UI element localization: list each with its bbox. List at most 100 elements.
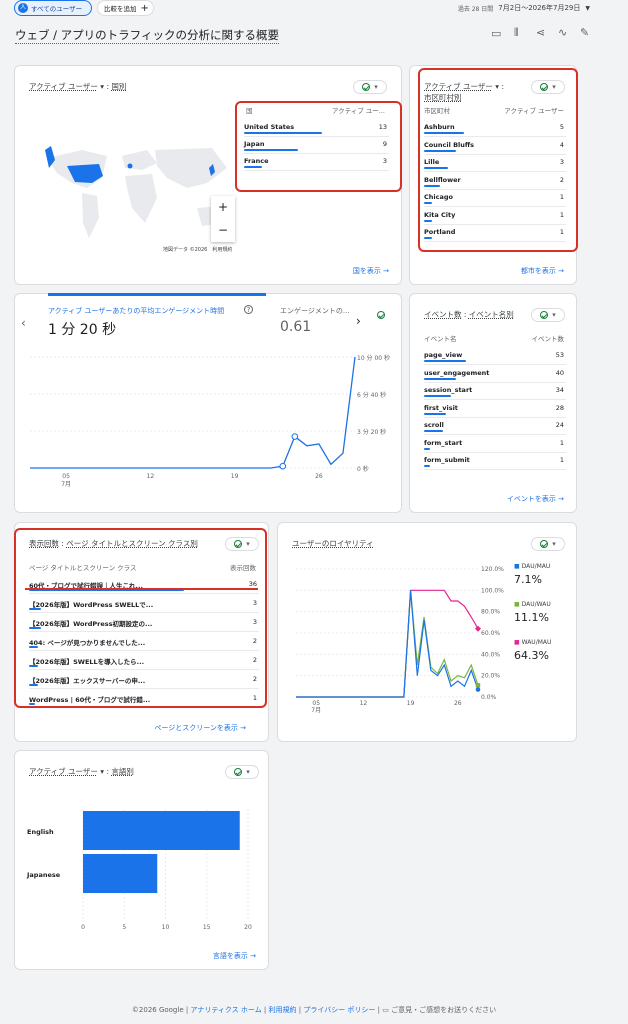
view-pages-link[interactable]: ページとスクリーンを表示 → [154, 723, 246, 733]
x-tick-label: 5 [122, 924, 126, 931]
x-tick-label: 20 [244, 924, 252, 931]
segment-chip[interactable]: 人 すべてのユーザー [14, 0, 92, 16]
chevron-down-icon: ▼ [585, 4, 590, 12]
card-title: ユーザーのロイヤリティ [292, 539, 374, 548]
x-tick-label: 0 [81, 924, 85, 931]
language-bar-chart: 0 5 10 15 20 English Japanese [26, 809, 252, 931]
loyalty-chart: 0.0% 20.0% 40.0% 60.0% 80.0% 100.0% 120.0% 057月… [296, 566, 504, 714]
y-tick-label: 3 分 20 秒 [357, 428, 386, 436]
table-row[interactable]: form_submit 1 [424, 453, 566, 470]
row-bar [424, 395, 451, 397]
x-tick-label: 19 [407, 700, 415, 707]
zoom-out-button[interactable]: − [211, 219, 235, 242]
row-label: scroll [424, 421, 444, 429]
x-tick-label: 05 [62, 473, 70, 480]
table-row[interactable]: form_start 1 [424, 436, 566, 453]
table-row[interactable]: session_start 34 [424, 383, 566, 400]
row-value: 53 [555, 351, 564, 359]
view-events-link[interactable]: イベントを表示 → [507, 494, 564, 504]
card-title: アクティブ ユーザー ▾ : 言語別 [29, 767, 134, 776]
footer-link-home[interactable]: アナリティクス ホーム [190, 1006, 261, 1014]
view-countries-link[interactable]: 国を表示 → [353, 266, 389, 276]
check-circle-icon [362, 83, 371, 91]
table-row[interactable]: scroll 24 [424, 418, 566, 435]
compare-icon[interactable]: ⫴ [514, 26, 519, 40]
row-value: 1 [559, 438, 564, 447]
x-tick-label: 12 [147, 473, 155, 480]
legend-label: ■ DAU/WAU [514, 601, 551, 608]
date-range-picker[interactable]: 過去 28 日間 7月2日～2026年7月29日 ▼ [458, 3, 590, 13]
card-title: イベント数 : イベント名別 [424, 310, 514, 319]
compare-chip[interactable]: ▾ [353, 80, 387, 94]
edit-icon[interactable]: ✎ [580, 26, 589, 39]
user-loyalty-card: ユーザーのロイヤリティ ▾ 0.0% 20.0% 40.0% 60.0% 80.0% 10… [277, 522, 577, 742]
map-attribution: 地図データ ©2026 利用規約 [163, 247, 233, 253]
legend-item[interactable]: ■ DAU/MAU 7.1% [514, 563, 550, 586]
card-title: アクティブ ユーザー ▾ : 国別 [29, 82, 127, 91]
x-tick-month: 7月 [311, 707, 321, 714]
compare-chip[interactable] [373, 308, 389, 322]
legend-value: 11.1% [514, 611, 549, 624]
date-prefix: 過去 28 日間 [457, 5, 494, 13]
highlight-box [14, 528, 267, 708]
y-tick-label: 80.0% [481, 609, 500, 616]
prev-metric-button[interactable]: ‹ [21, 316, 26, 330]
zoom-in-button[interactable]: + [211, 196, 235, 219]
row-bar [424, 430, 443, 432]
share-icon[interactable]: ⋖ [536, 26, 545, 39]
x-tick-label: 12 [360, 700, 368, 707]
x-tick-label: 15 [203, 924, 211, 931]
bar-japanese [83, 854, 158, 893]
y-tick-label: 0 秒 [357, 465, 369, 473]
legend-item[interactable]: ■ DAU/WAU 11.1% [514, 601, 551, 624]
highlight-box [418, 68, 578, 252]
add-comparison-label: 比較を追加 [104, 5, 137, 13]
compare-chip[interactable]: ▾ [225, 765, 259, 779]
view-languages-link[interactable]: 言語を表示 → [213, 951, 256, 961]
row-label: form_start [424, 438, 463, 447]
row-value: 40 [555, 368, 564, 377]
engagement-card: ‹ アクティブ ユーザーあたりの平均エンゲージメント時間 ? 1 分 20 秒 … [14, 293, 402, 513]
page-title: ウェブ / アプリのトラフィックの分析に関する概要 [15, 28, 279, 44]
plus-icon: + [140, 2, 149, 14]
legend-value: 64.3% [514, 649, 549, 662]
category-label: Japanese [26, 871, 61, 879]
help-icon[interactable]: ? [244, 305, 253, 314]
footer: ©2026 Google | アナリティクス ホーム | 利用規約 | プライバ… [131, 1006, 497, 1014]
dropdown-icon: ▾ [552, 311, 556, 319]
row-value: 34 [555, 386, 564, 394]
selected-metric-indicator [48, 293, 266, 296]
table-row[interactable]: page_view 53 [424, 348, 566, 365]
y-tick-label: 60.0% [481, 630, 500, 637]
feedback-link[interactable]: ご意見・ご感想をお送りください [391, 1006, 496, 1014]
highlight-underline [25, 588, 258, 590]
check-circle-icon [377, 311, 385, 319]
y-tick-label: 6 分 40 秒 [357, 391, 386, 399]
end-marker [475, 683, 481, 688]
insights-icon[interactable]: ∿ [558, 26, 567, 39]
compare-chip[interactable]: ▾ [531, 308, 565, 322]
zoom-control[interactable]: + − [211, 196, 235, 242]
data-point [279, 462, 287, 470]
row-bar [424, 377, 456, 380]
row-bar [424, 465, 430, 467]
table-row[interactable]: first_visit 28 [424, 401, 566, 418]
view-cities-link[interactable]: 都市を表示 → [521, 266, 564, 276]
customize-report-icon[interactable]: ▭ [491, 27, 501, 40]
footer-link-privacy[interactable]: プライバシー ポリシー [303, 1006, 375, 1014]
row-label: session_start [424, 386, 473, 394]
dropdown-icon: ▾ [246, 768, 250, 776]
table-row[interactable]: user_engagement 40 [424, 366, 566, 383]
engagement-time-chart: 0 秒 3 分 20 秒 6 分 40 秒 10 分 00 秒 057月 12 19 26 [30, 354, 390, 488]
y-tick-label: 10 分 00 秒 [357, 354, 390, 362]
user-segment-icon: 人 [18, 3, 28, 13]
legend-item[interactable]: ■ WAU/MAU 64.3% [514, 639, 551, 662]
compare-chip[interactable]: ▾ [531, 537, 565, 551]
footer-link-terms[interactable]: 利用規約 [269, 1006, 297, 1014]
add-comparison-button[interactable]: 比較を追加 + [97, 0, 154, 16]
row-label: user_engagement [424, 368, 490, 377]
series-line-dau-wau [296, 590, 479, 698]
row-label: form_submit [424, 456, 470, 464]
next-metric-button[interactable]: › [356, 314, 361, 328]
x-tick-label: 05 [312, 700, 320, 707]
